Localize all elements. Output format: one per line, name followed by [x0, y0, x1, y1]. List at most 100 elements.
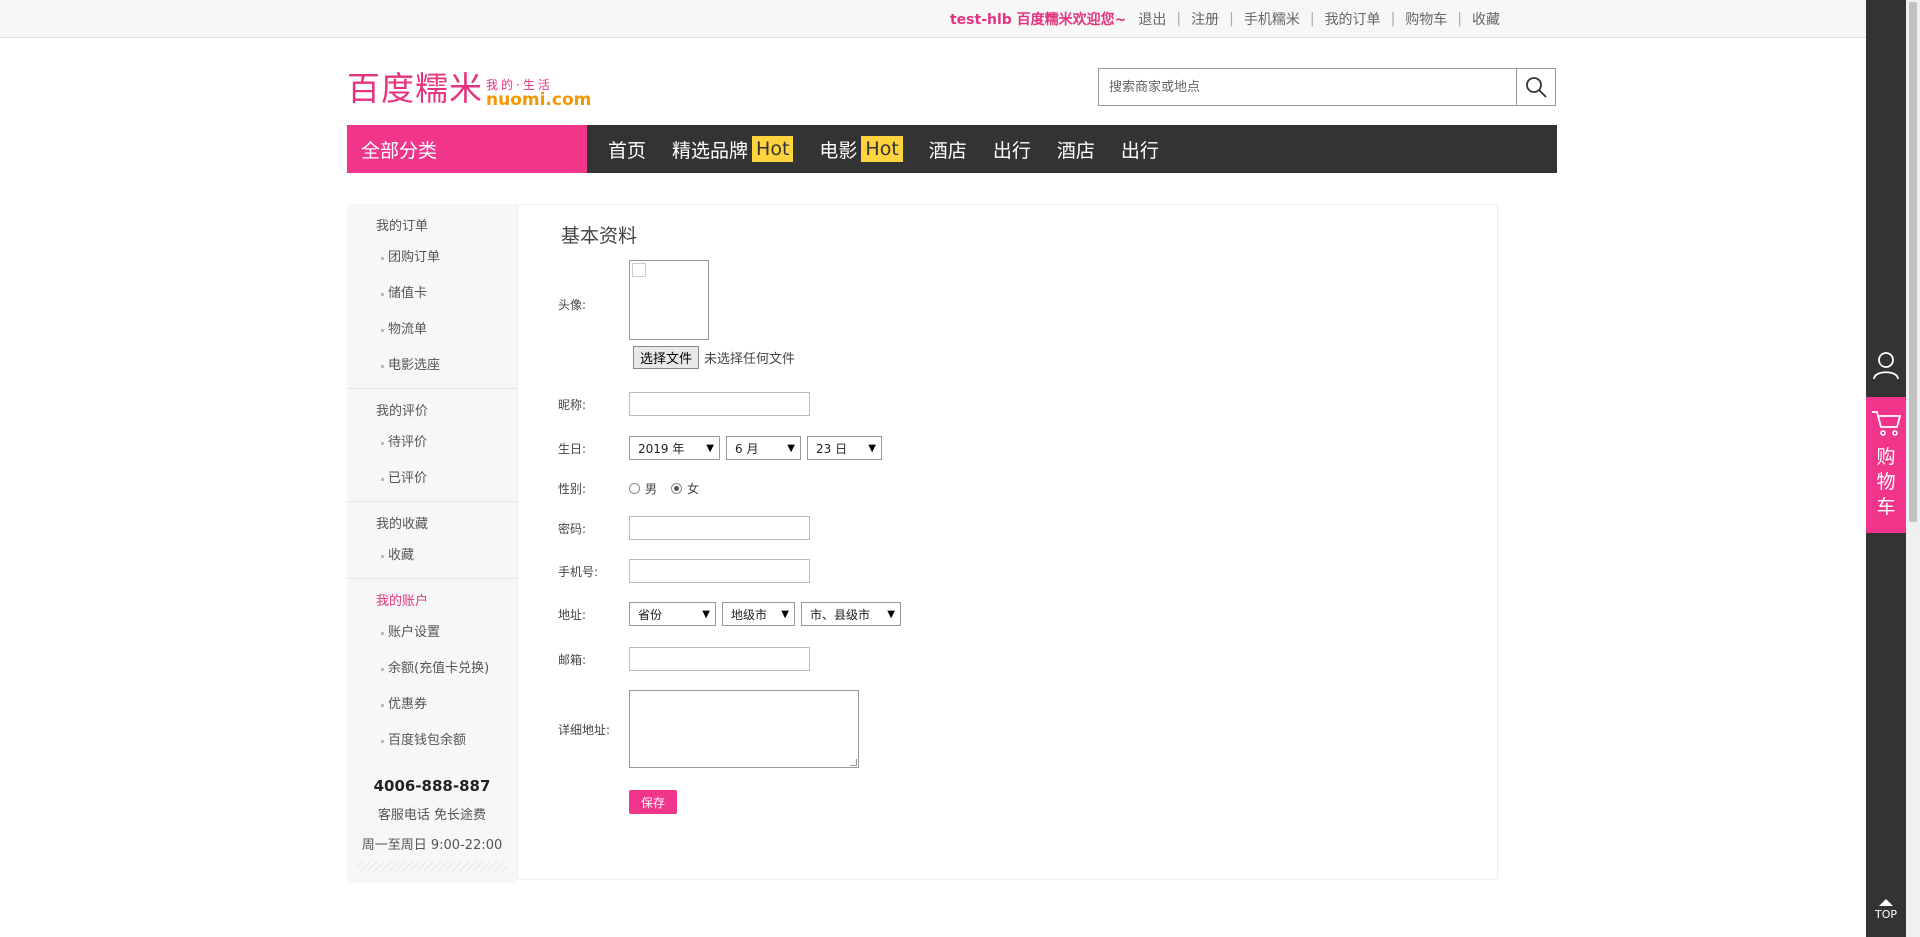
- gender-female-label: 女: [687, 482, 700, 496]
- main-nav: 全部分类 首页 精选品牌 Hot 电影 Hot 酒店 出行 酒店 出行: [347, 125, 1557, 173]
- sidebar-group-orders: 我的订单 团购订单 储值卡 物流单 电影选座: [347, 204, 517, 389]
- phone-input[interactable]: [629, 559, 810, 583]
- nav-item-home[interactable]: 首页: [608, 136, 646, 163]
- sidebar-item-wallet-balance[interactable]: 百度钱包余额: [347, 723, 517, 759]
- detail-address-label: 详细地址:: [558, 722, 611, 737]
- gender-row: 性别: 男 女: [558, 480, 713, 497]
- back-to-top-label: TOP: [1874, 908, 1897, 921]
- nav-item-hotel[interactable]: 酒店: [1057, 136, 1095, 163]
- hot-badge: Hot: [752, 136, 794, 162]
- register-link[interactable]: 注册: [1191, 9, 1219, 29]
- logo-sub: 我的·生活 nuomi.com: [486, 78, 592, 110]
- select-value: 市、县级市: [810, 607, 871, 622]
- separator: |: [1457, 10, 1462, 27]
- sidebar-item-label: 物流单: [388, 322, 428, 337]
- sidebar-item-coupons[interactable]: 优惠券: [347, 687, 517, 723]
- welcome-text: test-hlb 百度糯米欢迎您~: [949, 11, 1127, 28]
- separator: |: [1229, 10, 1234, 27]
- page-title: 基本资料: [561, 225, 638, 247]
- sidebar-item-favorites[interactable]: 收藏: [347, 538, 517, 574]
- choose-file-button[interactable]: 选择文件: [633, 346, 700, 369]
- city-select[interactable]: 地级市 ▼: [722, 602, 795, 626]
- scrollbar-thumb[interactable]: [1909, 2, 1917, 522]
- phone-row: 手机号:: [558, 559, 810, 583]
- zip-label: 邮箱:: [558, 652, 587, 667]
- select-value: 6 月: [735, 441, 759, 456]
- birth-day-select[interactable]: 23 日 ▼: [807, 436, 882, 460]
- save-button[interactable]: 保存: [629, 790, 677, 814]
- gender-female-radio[interactable]: [671, 483, 683, 494]
- search-box: [1098, 68, 1556, 106]
- password-row: 密码:: [558, 516, 810, 540]
- dropdown-arrow-icon: ▼: [787, 442, 795, 454]
- search-button[interactable]: [1516, 69, 1555, 105]
- avatar-field: 选择文件 未选择任何文件: [629, 260, 795, 369]
- cart-link[interactable]: 购物车: [1405, 9, 1447, 29]
- dropdown-arrow-icon: ▼: [868, 442, 876, 454]
- hot-badge: Hot: [861, 136, 903, 162]
- separator: |: [1390, 10, 1396, 27]
- all-categories-button[interactable]: 全部分类: [347, 125, 587, 173]
- sidebar-item-label: 余额(充值卡兑换): [388, 661, 490, 676]
- zip-input[interactable]: [629, 647, 810, 671]
- dropdown-arrow-icon: ▼: [781, 608, 789, 620]
- sidebar-item-pending-reviews[interactable]: 待评价: [347, 425, 517, 461]
- top-links: test-hlb 百度糯米欢迎您~ 退出 | 注册 | 手机糯米 | 我的订单 …: [950, 0, 1500, 37]
- logout-link[interactable]: 退出: [1138, 9, 1166, 29]
- sidebar-item-movie-seats[interactable]: 电影选座: [347, 348, 517, 384]
- sidebar-group-title: 我的评价: [376, 404, 429, 419]
- avatar-image: [629, 260, 709, 340]
- birth-year-select[interactable]: 2019 年 ▼: [629, 436, 720, 460]
- service-hours: 周一至周日 9:00-22:00: [361, 838, 503, 853]
- sidebar-item-label: 优惠券: [388, 697, 428, 712]
- sidebar-item-label: 储值卡: [388, 286, 428, 301]
- detail-address-textarea[interactable]: [629, 690, 859, 768]
- dock-user-button[interactable]: [1866, 345, 1906, 385]
- county-select[interactable]: 市、县级市 ▼: [801, 602, 901, 626]
- gender-male-radio[interactable]: [629, 483, 640, 494]
- sidebar-item-logistics[interactable]: 物流单: [347, 312, 517, 348]
- page-scrollbar[interactable]: [1906, 0, 1920, 937]
- sidebar-item-label: 电影选座: [388, 358, 441, 373]
- sidebar-item-reviewed[interactable]: 已评价: [347, 461, 517, 497]
- site-logo[interactable]: 百度糯米 我的·生活 nuomi.com: [347, 68, 592, 110]
- wave-divider: [357, 861, 507, 871]
- nickname-input[interactable]: [629, 392, 810, 416]
- sidebar-item-stored-value-card[interactable]: 储值卡: [347, 276, 517, 312]
- sidebar-item-balance[interactable]: 余额(充值卡兑换): [347, 651, 517, 687]
- dock-cart-button[interactable]: 购物车: [1866, 397, 1906, 533]
- separator: |: [1309, 10, 1315, 27]
- sidebar-item-group-orders[interactable]: 团购订单: [347, 240, 517, 276]
- nav-item-travel[interactable]: 出行: [1121, 136, 1159, 163]
- search-input[interactable]: [1099, 69, 1517, 105]
- service-phone: 4006-888-887: [373, 777, 491, 795]
- sidebar-item-label: 收藏: [388, 548, 415, 563]
- nav-item-movies[interactable]: 电影 Hot: [819, 136, 903, 163]
- mobile-link[interactable]: 手机糯米: [1244, 9, 1300, 29]
- avatar-label: 头像:: [558, 298, 587, 312]
- nav-item-travel[interactable]: 出行: [993, 136, 1031, 163]
- birth-month-select[interactable]: 6 月 ▼: [726, 436, 801, 460]
- sidebar-item-account-settings[interactable]: 账户设置: [347, 615, 517, 651]
- nav-item-brands[interactable]: 精选品牌 Hot: [672, 136, 794, 163]
- sidebar-group-title-active: 我的账户: [376, 594, 429, 609]
- password-input[interactable]: [629, 516, 810, 540]
- sidebar-groups: 我的订单 团购订单 储值卡 物流单 电影选座 我的评价 待评价 已评价 我的收藏…: [347, 204, 517, 763]
- arrow-up-icon: [1879, 899, 1893, 906]
- sidebar-item-label: 账户设置: [388, 625, 441, 640]
- file-status-text: 未选择任何文件: [704, 352, 796, 367]
- dropdown-arrow-icon: ▼: [887, 608, 895, 620]
- dropdown-arrow-icon: ▼: [702, 608, 710, 620]
- birthday-row: 生日: 2019 年 ▼ 6 月 ▼ 23 日 ▼: [558, 436, 888, 460]
- sidebar-item-label: 已评价: [388, 471, 428, 486]
- select-value: 2019 年: [638, 441, 685, 456]
- sidebar-item-label: 团购订单: [388, 250, 441, 265]
- province-select[interactable]: 省份 ▼: [629, 602, 716, 626]
- avatar-row: 头像: 选择文件 未选择任何文件: [558, 260, 795, 369]
- favorites-link[interactable]: 收藏: [1472, 9, 1500, 29]
- back-to-top-button[interactable]: TOP: [1866, 890, 1906, 930]
- logo-domain: nuomi.com: [486, 90, 592, 110]
- nav-item-hotel[interactable]: 酒店: [929, 136, 967, 163]
- nickname-label: 昵称:: [558, 397, 587, 412]
- my-orders-link[interactable]: 我的订单: [1325, 9, 1381, 29]
